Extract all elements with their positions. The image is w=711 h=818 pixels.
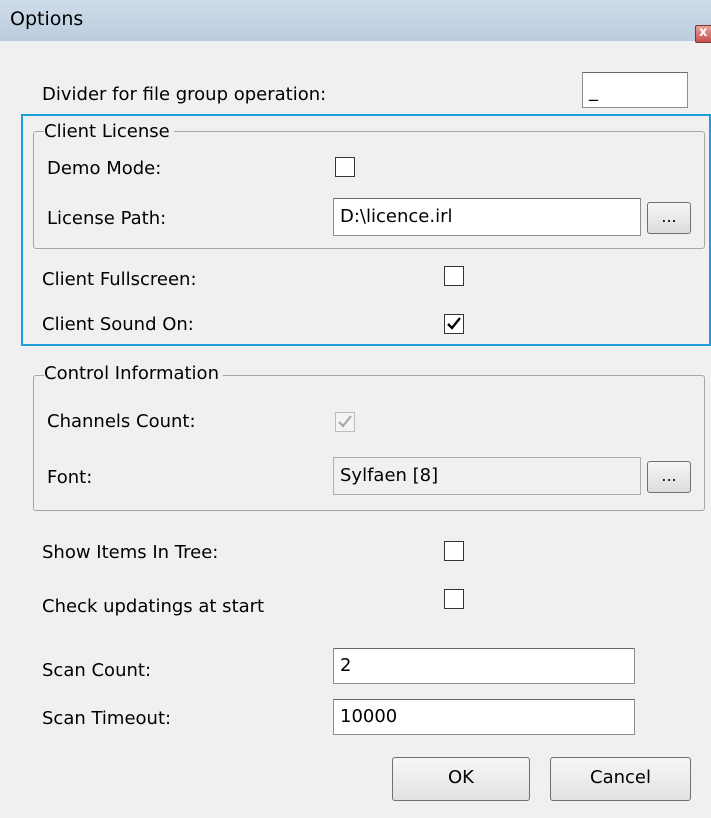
font-label: Font: (47, 467, 93, 488)
client-fullscreen-label: Client Fullscreen: (42, 269, 197, 290)
cancel-button[interactable]: Cancel (550, 757, 691, 801)
window-title: Options (10, 8, 84, 30)
license-path-label: License Path: (47, 208, 167, 229)
client-fullscreen-checkbox[interactable] (444, 266, 464, 286)
license-path-input[interactable]: D:\licence.irl (333, 198, 641, 236)
channels-count-label: Channels Count: (47, 411, 196, 432)
check-updates-label: Check updatings at start (42, 596, 265, 617)
options-dialog: Options x Divider for file group operati… (0, 0, 711, 818)
license-path-browse-button[interactable]: ... (647, 202, 691, 234)
font-input[interactable]: Sylfaen [8] (333, 457, 641, 495)
scan-count-label: Scan Count: (42, 660, 152, 681)
ok-button[interactable]: OK (392, 757, 530, 801)
scan-timeout-label: Scan Timeout: (42, 708, 172, 729)
close-button[interactable]: x (695, 25, 711, 43)
close-icon: x (699, 25, 708, 40)
title-bar[interactable]: Options x (0, 0, 711, 43)
client-sound-checkbox[interactable] (444, 314, 464, 334)
demo-mode-checkbox[interactable] (335, 157, 355, 177)
check-updates-checkbox[interactable] (444, 589, 464, 609)
divider-input[interactable]: _ (582, 72, 688, 108)
divider-label: Divider for file group operation: (42, 84, 327, 105)
control-information-group-label: Control Information (44, 363, 223, 384)
check-icon (338, 415, 352, 428)
scan-count-input[interactable]: 2 (333, 648, 635, 684)
channels-count-checkbox[interactable] (335, 412, 355, 432)
font-browse-button[interactable]: ... (647, 461, 691, 493)
client-sound-label: Client Sound On: (42, 314, 194, 335)
show-items-label: Show Items In Tree: (42, 542, 219, 563)
show-items-checkbox[interactable] (444, 541, 464, 561)
check-icon (447, 317, 461, 330)
demo-mode-label: Demo Mode: (47, 158, 162, 179)
client-license-group-label: Client License (44, 121, 174, 142)
scan-timeout-input[interactable]: 10000 (333, 699, 635, 735)
